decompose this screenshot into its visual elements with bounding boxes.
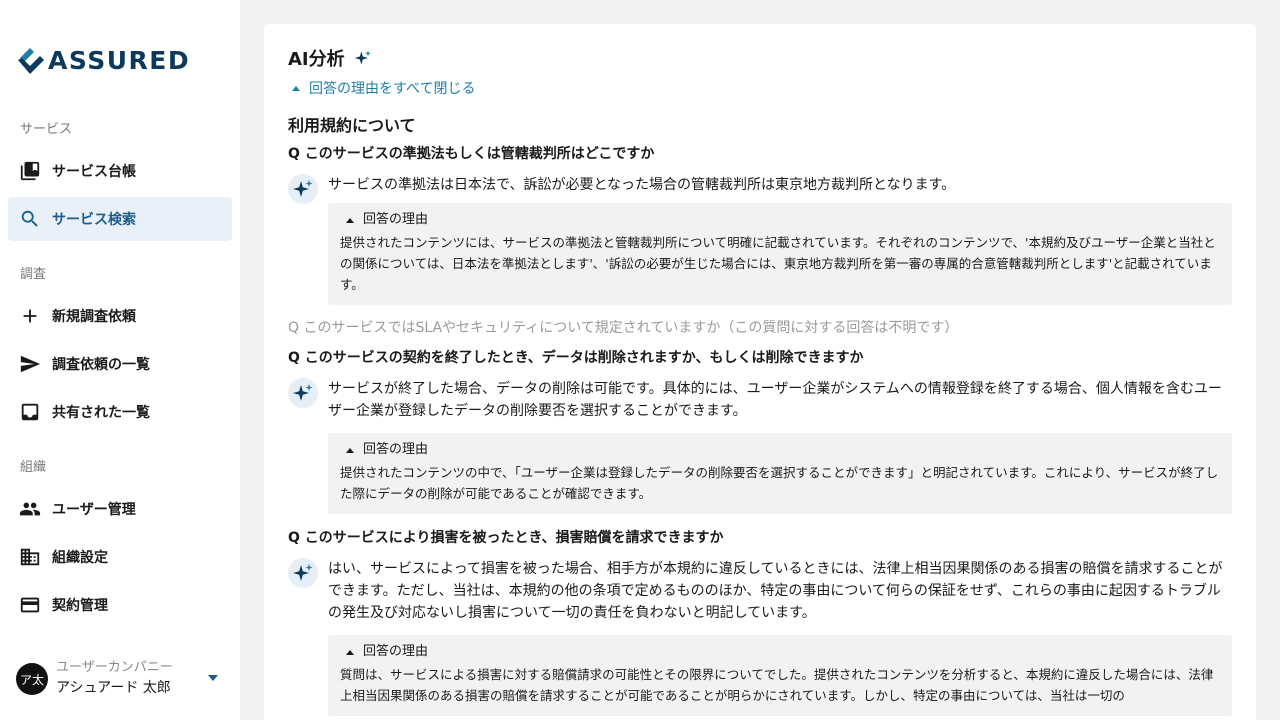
reason-toggle[interactable]: 回答の理由 (340, 643, 1220, 661)
reason-label: 回答の理由 (363, 442, 429, 457)
sidebar-item-label: 組織設定 (52, 550, 108, 566)
sidebar-item-service-search[interactable]: サービス検索 (8, 197, 232, 241)
library-icon (19, 160, 41, 182)
sidebar-item-shared-list[interactable]: 共有された一覧 (8, 390, 232, 434)
answer-text: サービスの準拠法は日本法で、訴訟が必要となった場合の管轄裁判所は東京地方裁判所と… (328, 177, 956, 193)
sidebar-item-label: 契約管理 (52, 598, 108, 614)
ai-analysis-card: AI分析 回答の理由をすべて閉じる 利用規約について Q このサービスの準拠法も… (264, 24, 1256, 720)
ai-sparkle-icon (288, 378, 318, 408)
question-text: Q このサービスの契約を終了したとき、データは削除されますか、もしくは削除できま… (288, 350, 864, 366)
chevron-up-icon (292, 85, 300, 91)
question-text: Q このサービスにより損害を被ったとき、損害賠償を請求できますか (288, 530, 724, 546)
question-text: Q このサービスの準拠法もしくは管轄裁判所はどこですか (288, 146, 655, 162)
user-name: アシュアード 太郎 (56, 680, 171, 696)
reason-text: 提供されたコンテンツには、サービスの準拠法と管轄裁判所について明確に記載されてい… (340, 235, 1216, 292)
sparkle-icon (354, 50, 371, 65)
chevron-up-icon (346, 217, 354, 223)
reason-toggle[interactable]: 回答の理由 (340, 211, 1220, 229)
sidebar-item-service-ledger[interactable]: サービス台帳 (8, 149, 232, 193)
sidebar: ASSURED サービス サービス台帳 サービス検索 調査 新規調査依頼 調査依… (0, 0, 240, 720)
answer-row: サービスの準拠法は日本法で、訴訟が必要となった場合の管轄裁判所は東京地方裁判所と… (288, 174, 1232, 305)
sidebar-item-label: ユーザー管理 (52, 502, 136, 518)
logo-mark-icon (18, 48, 44, 74)
reason-toggle[interactable]: 回答の理由 (340, 441, 1220, 459)
answer-text: はい、サービスによって損害を被った場合、相手方が本規約に違反しているときには、法… (328, 561, 1223, 621)
ai-sparkle-icon (288, 174, 318, 204)
page-title: AI分析 (288, 49, 345, 70)
plus-icon (19, 305, 41, 327)
section-label-service: サービス (20, 122, 73, 137)
sidebar-item-label: サービス台帳 (52, 164, 136, 180)
user-menu[interactable]: ア太 ユーザーカンパニー アシュアード 太郎 (16, 658, 226, 700)
answer-row: はい、サービスによって損害を被った場合、相手方が本規約に違反しているときには、法… (288, 558, 1232, 716)
answer-text: サービスが終了した場合、データの削除は可能です。具体的には、ユーザー企業がシステ… (328, 381, 1222, 419)
question-text-unknown: Q このサービスではSLAやセキュリティについて規定されていますか（この質問に対… (288, 320, 959, 336)
reason-box: 回答の理由 質問は、サービスによる損害に対する賠償請求の可能性とその限界について… (328, 635, 1232, 716)
section-title: 利用規約について (288, 116, 416, 135)
section-label-organization: 組織 (20, 460, 47, 475)
people-icon (19, 498, 41, 520)
section-label-research: 調査 (20, 267, 47, 282)
chevron-up-icon (346, 649, 354, 655)
sidebar-item-org-settings[interactable]: 組織設定 (8, 535, 232, 579)
reason-text: 質問は、サービスによる損害に対する賠償請求の可能性とその限界についてでした。提供… (340, 667, 1214, 703)
logo[interactable]: ASSURED (16, 46, 190, 76)
search-icon (19, 208, 41, 230)
user-company: ユーザーカンパニー (56, 660, 173, 675)
collapse-all-reasons-link[interactable]: 回答の理由をすべて閉じる (288, 78, 1232, 98)
avatar: ア太 (16, 663, 48, 695)
inbox-icon (19, 401, 41, 423)
sidebar-item-label: 新規調査依頼 (52, 309, 136, 325)
sidebar-item-request-list[interactable]: 調査依頼の一覧 (8, 342, 232, 386)
chevron-up-icon (346, 447, 354, 453)
sidebar-item-label: 調査依頼の一覧 (52, 357, 150, 373)
send-icon (19, 353, 41, 375)
ai-sparkle-icon (288, 558, 318, 588)
sidebar-item-label: 共有された一覧 (52, 405, 150, 421)
reason-box: 回答の理由 提供されたコンテンツには、サービスの準拠法と管轄裁判所について明確に… (328, 203, 1232, 305)
sidebar-item-contract-management[interactable]: 契約管理 (8, 583, 232, 627)
reason-text: 提供されたコンテンツの中で、「ユーザー企業は登録したデータの削除要否を選択するこ… (340, 465, 1219, 501)
reason-label: 回答の理由 (363, 644, 429, 659)
sidebar-item-user-management[interactable]: ユーザー管理 (8, 487, 232, 531)
logo-text: ASSURED (48, 46, 191, 75)
answer-row: サービスが終了した場合、データの削除は可能です。具体的には、ユーザー企業がシステ… (288, 378, 1232, 514)
reason-label: 回答の理由 (363, 212, 429, 227)
reason-box: 回答の理由 提供されたコンテンツの中で、「ユーザー企業は登録したデータの削除要否… (328, 433, 1232, 514)
collapse-all-label: 回答の理由をすべて閉じる (309, 81, 476, 97)
chevron-down-icon[interactable] (208, 675, 218, 681)
building-icon (19, 546, 41, 568)
sidebar-item-label: サービス検索 (52, 212, 136, 228)
sidebar-item-new-request[interactable]: 新規調査依頼 (8, 294, 232, 338)
credit-card-icon (19, 594, 41, 616)
